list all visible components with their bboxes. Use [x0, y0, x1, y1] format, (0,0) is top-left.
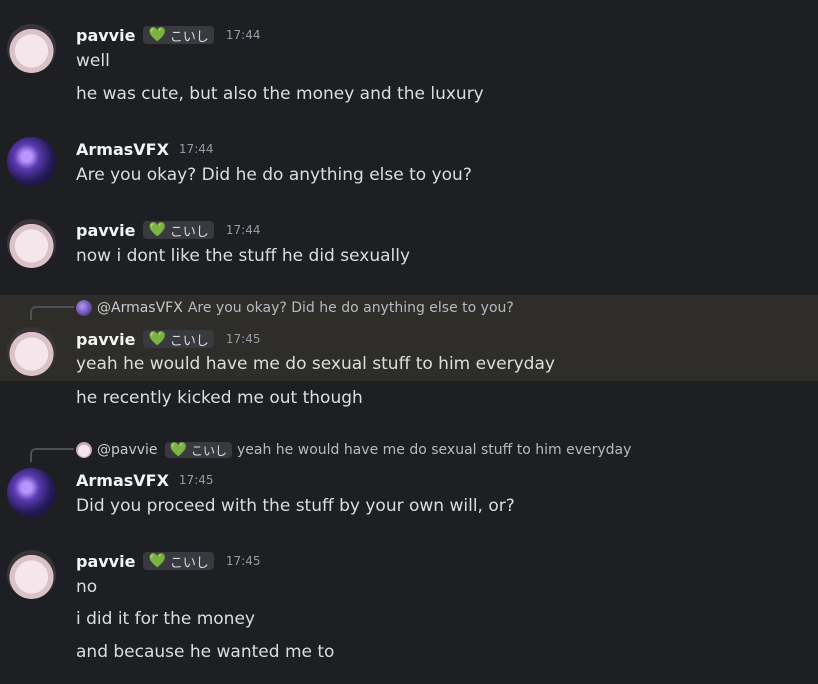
role-tag[interactable]: 💚 こいし [164, 442, 232, 458]
role-tag[interactable]: 💚 こいし [143, 330, 214, 349]
username[interactable]: pavvie [76, 221, 135, 240]
avatar[interactable] [7, 550, 56, 599]
reply-spine [30, 448, 74, 462]
reply-preview[interactable]: @pavvie 💚 こいし yeah he would have me do s… [76, 440, 631, 460]
green-heart-icon: 💚 [169, 442, 187, 458]
avatar[interactable] [7, 24, 56, 73]
avatar[interactable] [7, 327, 56, 376]
timestamp[interactable]: 17:44 [226, 223, 261, 237]
reply-avatar [76, 300, 92, 316]
role-tag-label: こいし [169, 29, 209, 45]
message-text: no [76, 577, 98, 597]
green-heart-icon: 💚 [148, 553, 166, 569]
role-tag-label: こいし [169, 555, 209, 571]
message-text: and because he wanted me to [76, 642, 335, 662]
role-tag[interactable]: 💚 こいし [143, 26, 214, 45]
message-text: he was cute, but also the money and the … [76, 84, 484, 104]
reply-preview[interactable]: @ArmasVFX Are you okay? Did he do anythi… [76, 298, 514, 318]
role-tag[interactable]: 💚 こいし [143, 552, 214, 571]
username[interactable]: ArmasVFX [76, 471, 169, 490]
role-tag[interactable]: 💚 こいし [143, 221, 214, 240]
green-heart-icon: 💚 [148, 27, 166, 43]
message-text: now i dont like the stuff he did sexuall… [76, 246, 411, 266]
avatar[interactable] [7, 137, 56, 186]
role-tag-label: こいし [169, 333, 209, 349]
username[interactable]: pavvie [76, 330, 135, 349]
message-text: Did you proceed with the stuff by your o… [76, 496, 515, 516]
message-text: Are you okay? Did he do anything else to… [76, 165, 472, 185]
reply-mention[interactable]: @pavvie [97, 442, 158, 458]
message-text: yeah he would have me do sexual stuff to… [76, 354, 555, 374]
reply-mention[interactable]: @ArmasVFX [97, 300, 183, 316]
username[interactable]: pavvie [76, 552, 135, 571]
timestamp[interactable]: 17:44 [179, 142, 214, 156]
timestamp[interactable]: 17:45 [226, 332, 261, 346]
message-text: well [76, 51, 110, 71]
timestamp[interactable]: 17:45 [179, 473, 214, 487]
role-tag-label: こいし [169, 224, 209, 240]
message-text: i did it for the money [76, 609, 255, 629]
avatar[interactable] [7, 219, 56, 268]
green-heart-icon: 💚 [148, 331, 166, 347]
message-text: he recently kicked me out though [76, 388, 363, 408]
timestamp[interactable]: 17:45 [226, 554, 261, 568]
timestamp[interactable]: 17:44 [226, 28, 261, 42]
reply-text[interactable]: Are you okay? Did he do anything else to… [188, 300, 514, 316]
green-heart-icon: 💚 [148, 222, 166, 238]
avatar[interactable] [7, 468, 56, 517]
reply-text[interactable]: yeah he would have me do sexual stuff to… [237, 442, 631, 458]
username[interactable]: ArmasVFX [76, 140, 169, 159]
reply-avatar [76, 442, 92, 458]
role-tag-label: こいし [190, 443, 227, 458]
reply-spine [30, 306, 74, 320]
username[interactable]: pavvie [76, 26, 135, 45]
